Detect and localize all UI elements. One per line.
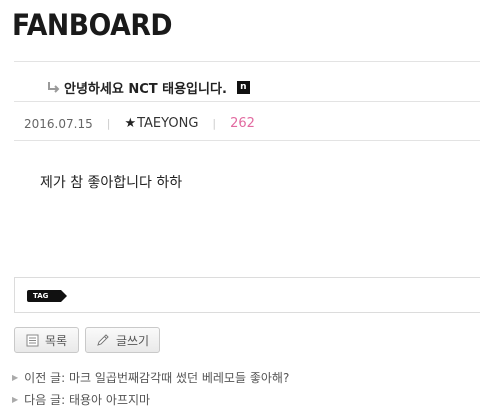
divider-title (14, 101, 480, 102)
write-button-label: 글쓰기 (115, 333, 150, 348)
author-star-icon: ★ (124, 116, 137, 131)
site-logo[interactable]: FANBOARD (12, 8, 173, 42)
post-content: 제가 참 좋아합니다 하하 (40, 175, 183, 191)
prev-post-label: 이전 글: (24, 371, 66, 385)
post-title: 안녕하세요 NCT 태용입니다. (64, 82, 227, 97)
divider-meta (14, 140, 480, 141)
list-button[interactable]: 목록 (14, 327, 79, 353)
reply-arrow-icon (48, 81, 60, 93)
post-views: 262 (230, 116, 255, 131)
post-author[interactable]: TAEYONG (137, 116, 198, 131)
pencil-icon (97, 334, 109, 346)
list-button-label: 목록 (44, 333, 68, 348)
new-badge: n (236, 81, 250, 94)
post-date: 2016.07.15 (24, 116, 93, 131)
meta-separator: | (106, 117, 111, 130)
caret-right-icon: ▶ (12, 395, 19, 404)
prev-post-title[interactable]: 마크 일곱번째감각때 썼던 베레모들 좋아해? (69, 369, 289, 386)
post-meta: 2016.07.15 | ★ TAEYONG | 262 (24, 116, 255, 131)
next-post-link[interactable]: ▶ 다음 글: 태용아 아프지마 (12, 391, 150, 408)
caret-right-icon: ▶ (12, 373, 19, 382)
tag-box: TAG (14, 277, 480, 313)
post-title-row: 안녕하세요 NCT 태용입니다. n (46, 78, 250, 97)
list-icon (26, 334, 39, 346)
write-button[interactable]: 글쓰기 (85, 327, 160, 353)
next-post-title[interactable]: 태용아 아프지마 (69, 391, 150, 408)
next-post-label: 다음 글: (24, 393, 66, 407)
tag-label: TAG (27, 290, 67, 302)
meta-separator: | (212, 117, 217, 130)
divider-top (14, 61, 480, 62)
prev-post-link[interactable]: ▶ 이전 글: 마크 일곱번째감각때 썼던 베레모들 좋아해? (12, 369, 289, 386)
